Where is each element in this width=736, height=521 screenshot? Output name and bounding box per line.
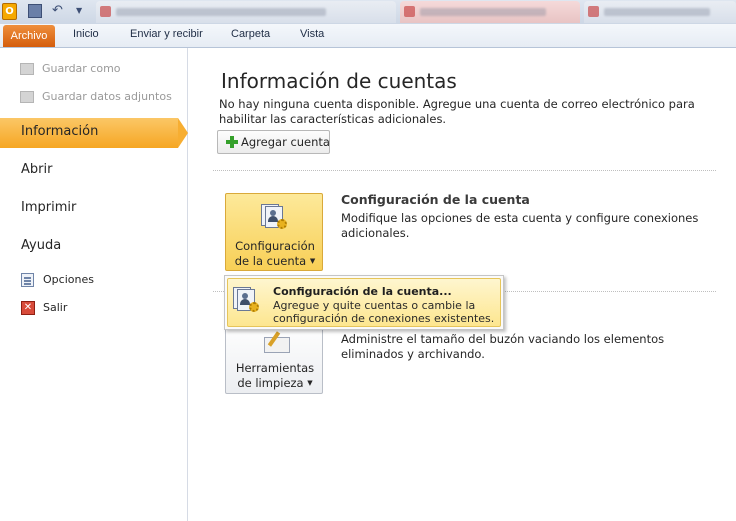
title-bar: O ↶ ▼ <box>0 0 736 24</box>
tab-carpeta[interactable]: Carpeta <box>231 28 270 40</box>
blurred-title <box>604 8 711 16</box>
window-tab[interactable] <box>584 1 736 23</box>
account-settings-button[interactable]: Configuración de la cuenta ▼ <box>225 193 323 271</box>
dropdown-arrow-icon: ▼ <box>309 257 316 265</box>
cleanup-tools-button[interactable]: Herramientas de limpieza ▼ <box>225 320 323 394</box>
dropdown-arrow-icon: ▼ <box>307 379 313 387</box>
window-tab[interactable] <box>96 1 396 23</box>
tab-app-icon <box>100 6 111 17</box>
tab-inicio[interactable]: Inicio <box>73 28 99 40</box>
account-settings-dropdown: Configuración de la cuenta... Agregue y … <box>224 275 504 330</box>
window-tab[interactable] <box>400 1 580 23</box>
backstage-sidebar: Guardar como Guardar datos adjuntos Info… <box>0 48 188 521</box>
cleanup-tools-icon <box>264 331 290 353</box>
tab-enviar-y-recibir[interactable]: Enviar y recibir <box>130 28 203 40</box>
add-account-label: Agregar cuenta <box>241 135 330 149</box>
no-account-message: No hay ninguna cuenta disponible. Agregu… <box>219 97 695 126</box>
label-line: de la cuenta ▼ <box>226 254 324 269</box>
cleanup-tools-button-label: Herramientas de limpieza ▼ <box>226 361 324 391</box>
account-settings-icon <box>261 204 287 230</box>
label-line: Configuración <box>235 239 315 253</box>
outlook-logo-icon[interactable]: O <box>2 3 17 20</box>
blurred-title <box>420 8 546 16</box>
undo-icon[interactable]: ↶ <box>52 4 66 18</box>
exit-label: Salir <box>43 301 68 314</box>
account-settings-menu-item[interactable]: Configuración de la cuenta... Agregue y … <box>227 278 501 327</box>
label-line-text: de la cuenta <box>234 254 307 268</box>
tab-archivo[interactable]: Archivo <box>3 25 55 47</box>
account-settings-description: Modifique las opciones de esta cuenta y … <box>341 211 699 240</box>
sidebar-item-ayuda[interactable]: Ayuda <box>21 238 61 253</box>
person-shape <box>240 293 250 305</box>
label-line: Herramientas <box>235 361 315 375</box>
selected-arrow <box>178 118 188 148</box>
customize-toolbar-icon[interactable]: ▼ <box>76 4 84 18</box>
person-shape <box>268 210 278 222</box>
page-title: Información de cuentas <box>221 69 457 93</box>
add-account-button[interactable]: Agregar cuenta <box>217 130 330 154</box>
sidebar-item-informacion-label[interactable]: Información <box>21 124 98 139</box>
gear-icon <box>277 219 287 229</box>
account-settings-icon <box>233 287 259 313</box>
options-icon <box>21 273 34 287</box>
tab-app-icon <box>404 6 415 17</box>
label-line-text: de limpieza <box>237 376 304 390</box>
account-settings-title: Configuración de la cuenta <box>341 192 530 207</box>
plus-icon <box>226 136 238 148</box>
options-label: Opciones <box>43 273 94 286</box>
tab-app-icon <box>588 6 599 17</box>
save-attachments-label: Guardar datos adjuntos <box>42 90 172 103</box>
divider <box>213 170 716 171</box>
sidebar-item-abrir[interactable]: Abrir <box>21 162 52 177</box>
close-icon: ✕ <box>21 301 35 315</box>
save-attachments-icon <box>20 91 34 103</box>
cleanup-tools-description: Administre el tamaño del buzón vaciando … <box>341 332 665 361</box>
account-settings-button-label: Configuración de la cuenta ▼ <box>226 239 324 269</box>
ribbon-tab-bar: Archivo Inicio Enviar y recibir Carpeta … <box>0 24 736 48</box>
menu-item-title: Configuración de la cuenta... <box>273 285 452 298</box>
save-as-icon <box>20 63 34 75</box>
sidebar-item-imprimir[interactable]: Imprimir <box>21 200 76 215</box>
label-line: de limpieza ▼ <box>226 376 324 391</box>
gear-icon <box>249 302 259 312</box>
save-as-label: Guardar como <box>42 62 121 75</box>
tab-vista[interactable]: Vista <box>300 28 324 40</box>
save-icon[interactable] <box>28 4 42 18</box>
menu-item-description: Agregue y quite cuentas o cambie la conf… <box>273 299 495 325</box>
blurred-title <box>116 8 326 16</box>
